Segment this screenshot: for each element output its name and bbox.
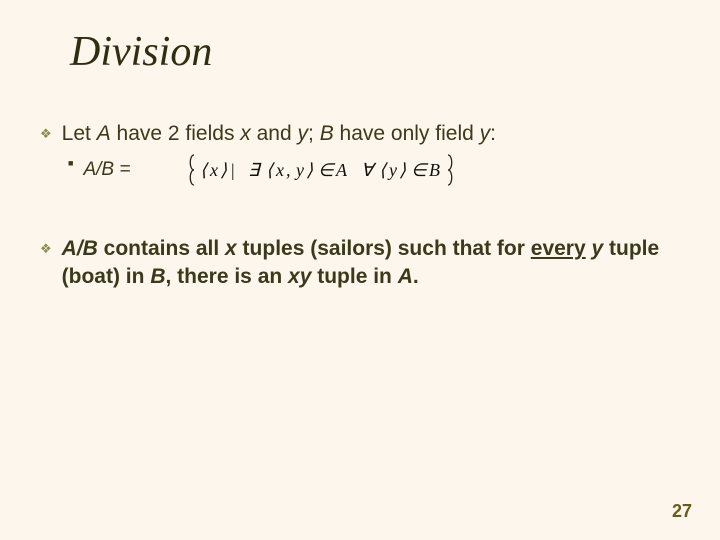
svg-text:y: y (387, 160, 397, 180)
page-number: 27 (672, 501, 692, 522)
square-bullet-icon: ■ (68, 158, 73, 168)
svg-text:∈: ∈ (318, 160, 336, 180)
slide-body: ❖ Let A have 2 fields x and y; B have on… (40, 120, 680, 294)
svg-text:⟨: ⟨ (266, 160, 275, 180)
svg-text:|: | (230, 160, 235, 180)
slide-title: Division (70, 28, 212, 76)
sub-bullet-1-text: A/B = ⟨ x ⟩ | ∃ ⟨ x , y (83, 151, 455, 189)
svg-text:A: A (335, 160, 348, 180)
svg-text:⟨: ⟨ (200, 160, 209, 180)
svg-text:⟩: ⟩ (220, 160, 227, 180)
bullet-2: ❖ A/B contains all x tuples (sailors) su… (40, 235, 680, 290)
svg-text:∃: ∃ (248, 160, 262, 180)
svg-text:∈: ∈ (411, 160, 429, 180)
division-formula-icon: ⟨ x ⟩ | ∃ ⟨ x , y ⟩ ∈ A ∀ ⟨ y (186, 151, 456, 189)
svg-text:x: x (275, 160, 284, 180)
svg-text:,: , (286, 160, 291, 180)
svg-text:⟩: ⟩ (399, 160, 406, 180)
bullet-2-text: A/B contains all x tuples (sailors) such… (62, 235, 680, 290)
bullet-1-text: Let A have 2 fields x and y; B have only… (62, 120, 496, 147)
diamond-bullet-icon: ❖ (40, 241, 52, 257)
sub-bullet-1: ■ A/B = ⟨ x ⟩ | ∃ ⟨ x (68, 151, 680, 189)
bullet-1: ❖ Let A have 2 fields x and y; B have on… (40, 120, 680, 147)
svg-text:x: x (209, 160, 218, 180)
svg-text:y: y (294, 160, 304, 180)
svg-text:∀: ∀ (361, 160, 377, 180)
svg-text:⟨: ⟨ (379, 160, 388, 180)
diamond-bullet-icon: ❖ (40, 126, 52, 142)
svg-text:B: B (429, 160, 440, 180)
svg-text:⟩: ⟩ (306, 160, 313, 180)
